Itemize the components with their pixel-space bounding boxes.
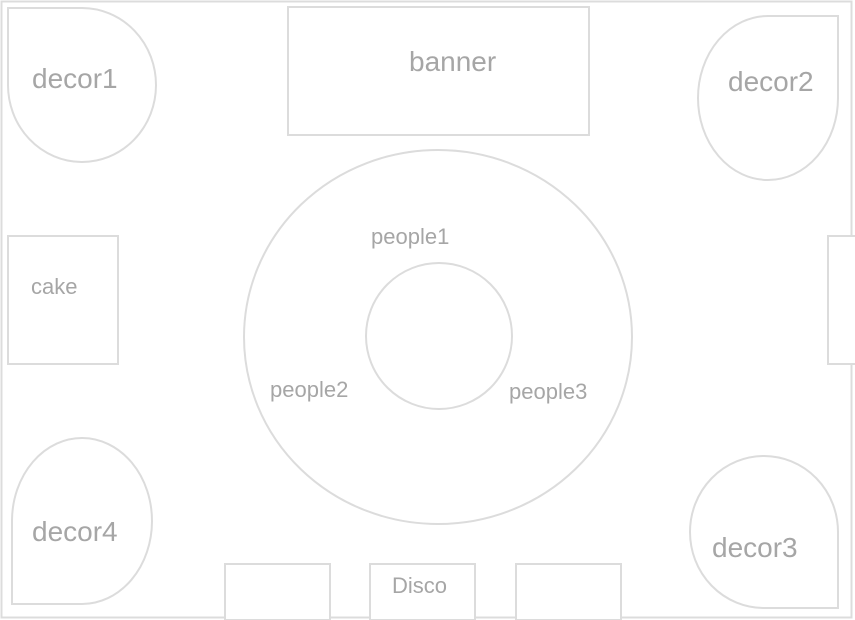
decor4-label: decor4 <box>32 516 118 547</box>
decor1-label: decor1 <box>32 63 118 94</box>
people1-label: people1 <box>371 224 449 249</box>
disco-label: Disco <box>392 573 447 598</box>
inner-circle <box>365 262 513 410</box>
party-layout-diagram: decor1 banner decor2 cake people1 people… <box>0 0 855 620</box>
people3-label: people3 <box>509 379 587 404</box>
bottom-block-right <box>515 563 622 620</box>
cake-shape <box>7 235 119 365</box>
cake-label: cake <box>31 274 77 299</box>
decor2-label: decor2 <box>728 66 814 97</box>
edge-block <box>827 235 855 365</box>
decor3-label: decor3 <box>712 532 798 563</box>
banner-label: banner <box>409 46 496 77</box>
people2-label: people2 <box>270 377 348 402</box>
bottom-block-left <box>224 563 331 620</box>
decor2-shape <box>697 15 839 181</box>
